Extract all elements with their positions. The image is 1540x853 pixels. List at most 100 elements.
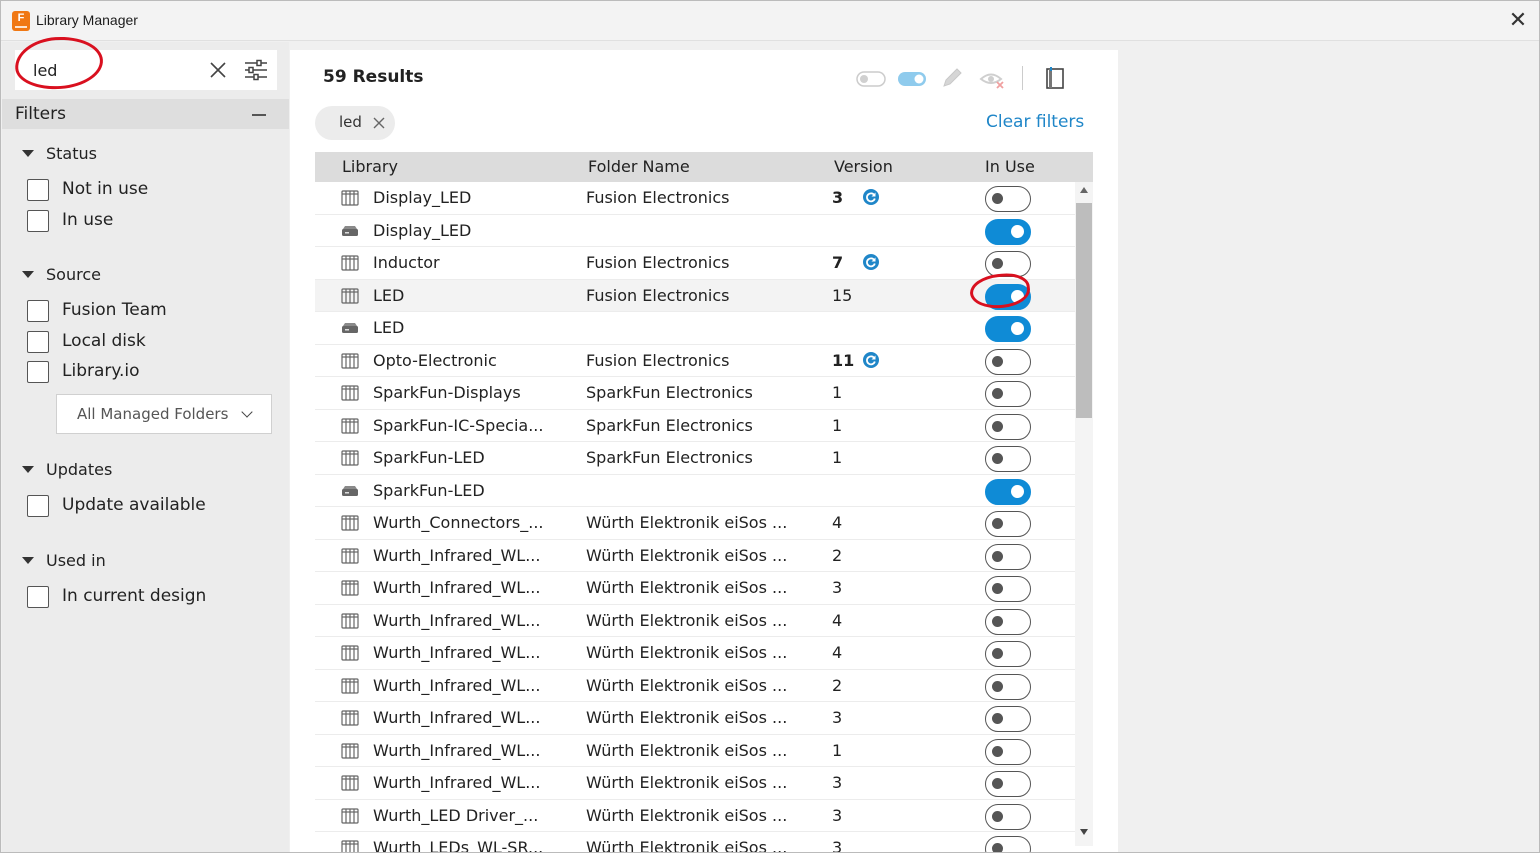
in-use-toggle[interactable] — [985, 348, 1031, 375]
version: 3 — [832, 838, 843, 853]
toggle-knob — [1011, 484, 1024, 498]
local-disk-icon — [342, 485, 358, 496]
remove-chip-icon[interactable] — [372, 116, 386, 130]
library-name: Wurth_Infrared_WL... — [373, 675, 541, 695]
hide-icon[interactable] — [978, 64, 1006, 92]
library-name: LED — [373, 318, 405, 337]
notebook-icon[interactable] — [1042, 64, 1068, 92]
checkbox-label: Library.io — [62, 361, 140, 381]
local-disk-icon — [342, 225, 358, 236]
in-use-toggle[interactable] — [985, 446, 1031, 472]
checkbox[interactable] — [27, 300, 49, 322]
scroll-thumb[interactable] — [1076, 203, 1092, 418]
column-header-in-use[interactable]: In Use — [985, 157, 1035, 176]
clear-icon[interactable] — [206, 58, 230, 82]
library-name: Opto-Electronic — [373, 350, 497, 370]
in-use-toggle[interactable] — [985, 186, 1031, 212]
table-row[interactable]: Inductor Fusion Electronics 7 — [315, 247, 1075, 280]
table-row[interactable]: Wurth_LEDs_WL-SR... Würth Elektronik eiSo… — [315, 832, 1075, 853]
in-use-toggle[interactable] — [985, 641, 1031, 667]
in-use-toggle[interactable] — [985, 608, 1031, 635]
table-row[interactable]: SparkFun-Displays SparkFun Electronics 1 — [315, 377, 1075, 410]
version: 1 — [832, 383, 843, 402]
table-row[interactable]: Display_LED — [315, 215, 1075, 247]
in-use-toggle[interactable] — [985, 836, 1031, 852]
table-row[interactable]: LED — [315, 312, 1075, 345]
folder-name: Würth Elektronik eiSos ... — [586, 805, 786, 825]
table-row[interactable]: SparkFun-IC-Specia... SparkFun Electronic… — [315, 410, 1075, 442]
library-name: Wurth_Infrared_WL... — [373, 740, 541, 760]
table-row[interactable]: SparkFun-LED — [315, 475, 1075, 507]
sliders-icon[interactable] — [243, 58, 269, 82]
in-use-toggle[interactable] — [985, 803, 1031, 830]
table-row[interactable]: Wurth_Infrared_WL... Würth Elektronik eiS… — [315, 767, 1075, 800]
in-use-toggle[interactable] — [985, 316, 1031, 342]
table-row[interactable]: Wurth_Infrared_WL... Würth Elektronik eiS… — [315, 670, 1075, 702]
in-use-toggle[interactable] — [985, 218, 1031, 245]
in-use-toggle[interactable] — [985, 738, 1031, 765]
in-use-toggle[interactable] — [985, 673, 1031, 700]
update-available-icon[interactable] — [862, 188, 880, 206]
toggle-knob — [992, 453, 1003, 464]
toggle-knob — [992, 388, 1003, 399]
collapse-icon[interactable] — [252, 114, 266, 116]
table-row[interactable]: Wurth_Infrared_WL... Würth Elektronik eiS… — [315, 605, 1075, 637]
in-use-toggle[interactable] — [985, 413, 1031, 440]
checkbox[interactable] — [27, 210, 49, 232]
table-row[interactable]: SparkFun-LED SparkFun Electronics 1 — [315, 442, 1075, 475]
library-name: Wurth_Infrared_WL... — [373, 773, 541, 792]
checkbox[interactable] — [27, 179, 49, 201]
close-icon[interactable]: ✕ — [1504, 7, 1532, 35]
caret-down-icon[interactable] — [22, 271, 34, 278]
pencil-icon[interactable] — [939, 64, 965, 92]
table-header: Library Folder Name Version In Use — [315, 152, 1093, 182]
checkbox[interactable] — [27, 331, 49, 353]
managed-folders-dropdown[interactable]: All Managed Folders — [56, 394, 272, 434]
table-row[interactable]: Wurth_Infrared_WL... Würth Elektronik eiS… — [315, 540, 1075, 572]
scroll-down-icon[interactable] — [1080, 829, 1088, 835]
column-header-folder[interactable]: Folder Name — [588, 157, 690, 176]
caret-down-icon[interactable] — [22, 150, 34, 157]
table-row[interactable]: Wurth_Infrared_WL... Würth Elektronik eiS… — [315, 637, 1075, 670]
folder-name: Würth Elektronik eiSos ... — [586, 773, 786, 792]
caret-down-icon[interactable] — [22, 557, 34, 564]
table-row[interactable]: Display_LED Fusion Electronics 3 — [315, 182, 1075, 215]
scroll-up-icon[interactable] — [1080, 187, 1088, 193]
in-use-toggle[interactable] — [985, 706, 1031, 732]
in-use-toggle[interactable] — [985, 576, 1031, 602]
table-row[interactable]: Wurth_Infrared_WL... Würth Elektronik eiS… — [315, 572, 1075, 605]
update-available-icon[interactable] — [862, 253, 880, 271]
version: 3 — [832, 773, 843, 792]
update-available-icon[interactable] — [862, 351, 880, 369]
toggle-on-icon[interactable] — [896, 64, 928, 92]
checkbox[interactable] — [27, 586, 49, 608]
table-row[interactable]: LED Fusion Electronics 15 — [315, 279, 1075, 312]
toggle-off-icon[interactable] — [855, 64, 887, 92]
folder-name: Würth Elektronik eiSos ... — [586, 513, 786, 532]
in-use-toggle[interactable] — [985, 381, 1031, 407]
table-row[interactable]: Wurth_Infrared_WL... Würth Elektronik eiS… — [315, 702, 1075, 735]
folder-name: SparkFun Electronics — [586, 415, 753, 435]
table-row[interactable]: Wurth_Connectors_... Würth Elektronik eiS… — [315, 507, 1075, 540]
table-row[interactable]: Wurth_Infrared_WL... Würth Elektronik eiS… — [315, 735, 1075, 767]
caret-down-icon[interactable] — [22, 466, 34, 473]
column-header-version[interactable]: Version — [834, 157, 893, 176]
checkbox-label: Not in use — [62, 179, 149, 199]
vertical-scrollbar[interactable] — [1075, 182, 1093, 846]
cloud-library-icon — [341, 677, 359, 694]
table-row[interactable]: Wurth_LED Driver_... Würth Elektronik eiS… — [315, 800, 1075, 832]
section-title: Source — [46, 265, 101, 284]
in-use-toggle[interactable] — [985, 771, 1031, 797]
clear-filters-link[interactable]: Clear filters — [986, 112, 1084, 132]
in-use-toggle[interactable] — [985, 543, 1031, 570]
version: 7 — [832, 253, 844, 272]
checkbox[interactable] — [27, 361, 49, 383]
column-header-library[interactable]: Library — [342, 157, 398, 176]
checkbox[interactable] — [27, 495, 49, 517]
table-row[interactable]: Opto-Electronic Fusion Electronics 11 — [315, 345, 1075, 377]
in-use-toggle[interactable] — [985, 478, 1031, 505]
in-use-toggle[interactable] — [985, 511, 1031, 537]
toggle-knob — [992, 583, 1003, 594]
filter-chip-led[interactable]: led — [315, 106, 395, 140]
version: 2 — [832, 545, 843, 565]
